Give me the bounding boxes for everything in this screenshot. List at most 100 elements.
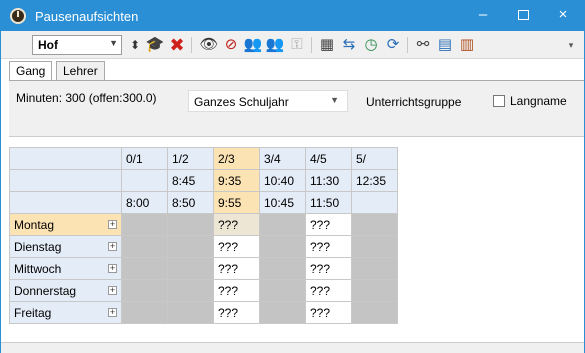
expand-plus-icon[interactable]: + <box>108 308 117 317</box>
supervision-cell[interactable]: ??? <box>213 213 260 236</box>
binoculars-icon[interactable]: ⚯ <box>413 36 433 54</box>
column-header-end[interactable]: 11:50 <box>305 191 352 214</box>
langname-checkbox[interactable] <box>493 95 505 107</box>
supervision-cell[interactable]: ??? <box>305 235 352 258</box>
column-header-start[interactable]: 9:35 <box>213 169 260 192</box>
window-title: Pausenaufsichten <box>35 9 139 24</box>
graduation-hat-icon[interactable]: 🎓 <box>145 36 165 54</box>
chart-icon[interactable]: ⇆ <box>339 36 359 54</box>
toolbar-separator <box>407 37 408 53</box>
expand-plus-icon[interactable]: + <box>108 220 117 229</box>
supervision-cell[interactable]: ??? <box>213 301 260 324</box>
calendar-icon[interactable]: ▤ <box>435 36 455 54</box>
supervision-cell[interactable]: ??? <box>305 301 352 324</box>
column-header-start[interactable]: 10:40 <box>259 169 306 192</box>
column-header-start[interactable]: 8:45 <box>167 169 214 192</box>
column-header-end[interactable]: 9:55 <box>213 191 260 214</box>
location-select[interactable]: Hof ▼ <box>32 35 122 55</box>
header-row-end: 8:00 8:50 9:55 10:45 11:50 <box>9 191 398 214</box>
expand-plus-icon[interactable]: + <box>108 242 117 251</box>
day-label: Dienstag <box>14 239 62 254</box>
tab-lehrer[interactable]: Lehrer <box>56 61 105 81</box>
day-row-header[interactable]: Donnerstag + <box>9 279 122 302</box>
close-button[interactable]: × <box>543 3 583 29</box>
title-bar: Pausenaufsichten – × <box>1 1 584 31</box>
column-header-slot[interactable]: 4/5 <box>305 147 352 170</box>
supervision-cell[interactable] <box>167 235 214 258</box>
column-header-end[interactable]: 8:50 <box>167 191 214 214</box>
calculator-icon[interactable]: ▦ <box>317 36 337 54</box>
column-header-slot[interactable]: 0/1 <box>121 147 168 170</box>
supervision-cell[interactable] <box>121 257 168 280</box>
column-header-slot[interactable]: 5/ <box>351 147 398 170</box>
unterrichtsgruppe-label: Unterrichtsgruppe <box>366 95 462 109</box>
period-select[interactable]: Ganzes Schuljahr ▼ <box>188 90 348 112</box>
toolbar-separator <box>311 37 312 53</box>
key-icon[interactable]: ⚿ <box>287 36 307 54</box>
supervision-cell[interactable] <box>351 279 398 302</box>
supervision-cell[interactable] <box>351 235 398 258</box>
column-header-slot[interactable]: 3/4 <box>259 147 306 170</box>
supervision-cell[interactable] <box>121 279 168 302</box>
column-header-end[interactable]: 8:00 <box>121 191 168 214</box>
eye-crossed-icon[interactable]: ⊘ <box>221 36 241 54</box>
supervision-cell[interactable]: ??? <box>305 279 352 302</box>
supervision-cell[interactable] <box>259 279 306 302</box>
day-label: Montag <box>14 217 55 232</box>
supervision-cell[interactable]: ??? <box>213 257 260 280</box>
tab-gang[interactable]: Gang <box>9 61 53 81</box>
chevron-down-icon: ▼ <box>330 95 339 105</box>
supervision-cell[interactable] <box>259 301 306 324</box>
library-icon[interactable]: ▥ <box>457 36 477 54</box>
toolbar-overflow-icon[interactable]: ▾ <box>561 36 581 54</box>
supervision-cell[interactable] <box>351 213 398 236</box>
column-header-end[interactable] <box>351 191 398 214</box>
refresh-icon[interactable]: ⟳ <box>383 36 403 54</box>
supervision-cell[interactable] <box>167 301 214 324</box>
day-row-header[interactable]: Freitag + <box>9 301 122 324</box>
period-select-value: Ganzes Schuljahr <box>194 95 289 109</box>
info-panel: Minuten: 300 (offen:300.0) Ganzes Schulj… <box>9 81 584 137</box>
supervision-cell[interactable] <box>121 235 168 258</box>
expand-plus-icon[interactable]: + <box>108 286 117 295</box>
column-header-end[interactable]: 10:45 <box>259 191 306 214</box>
day-label: Mittwoch <box>14 261 62 276</box>
supervision-cell[interactable]: ??? <box>213 235 260 258</box>
delete-icon[interactable]: ✖ <box>167 36 187 54</box>
column-header-start[interactable] <box>121 169 168 192</box>
supervision-cell[interactable] <box>259 213 306 236</box>
day-row-header[interactable]: Montag + <box>9 213 122 236</box>
supervision-cell[interactable] <box>351 257 398 280</box>
supervision-cell[interactable] <box>121 301 168 324</box>
supervision-cell[interactable]: ??? <box>213 279 260 302</box>
tab-bar: Gang Lehrer <box>9 59 584 81</box>
grid-corner-cell <box>9 191 122 214</box>
column-header-start[interactable]: 12:35 <box>351 169 398 192</box>
column-header-slot[interactable]: 2/3 <box>213 147 260 170</box>
day-label: Freitag <box>14 305 52 320</box>
column-header-slot[interactable]: 1/2 <box>167 147 214 170</box>
clock-icon[interactable]: ◷ <box>361 36 381 54</box>
supervision-cell[interactable] <box>259 257 306 280</box>
supervision-cell[interactable]: ??? <box>305 213 352 236</box>
up-down-stepper-icon[interactable]: ⬍ <box>125 36 145 54</box>
supervision-cell[interactable] <box>351 301 398 324</box>
supervision-cell[interactable] <box>121 213 168 236</box>
eye-icon[interactable]: 👁 <box>199 36 219 54</box>
day-row-header[interactable]: Mittwoch + <box>9 257 122 280</box>
supervision-cell[interactable] <box>259 235 306 258</box>
maximize-button[interactable] <box>503 3 543 29</box>
grid-corner-cell <box>9 169 122 192</box>
status-bar <box>1 342 584 353</box>
location-select-value: Hof <box>38 38 58 52</box>
column-header-start[interactable]: 11:30 <box>305 169 352 192</box>
supervision-cell[interactable]: ??? <box>305 257 352 280</box>
supervision-cell[interactable] <box>167 257 214 280</box>
supervision-cell[interactable] <box>167 279 214 302</box>
minimize-button[interactable]: – <box>463 3 503 29</box>
supervision-cell[interactable] <box>167 213 214 236</box>
people-icon[interactable]: 👥 <box>243 36 263 54</box>
expand-plus-icon[interactable]: + <box>108 264 117 273</box>
day-row-header[interactable]: Dienstag + <box>9 235 122 258</box>
people-gray-icon[interactable]: 👥 <box>265 36 285 54</box>
